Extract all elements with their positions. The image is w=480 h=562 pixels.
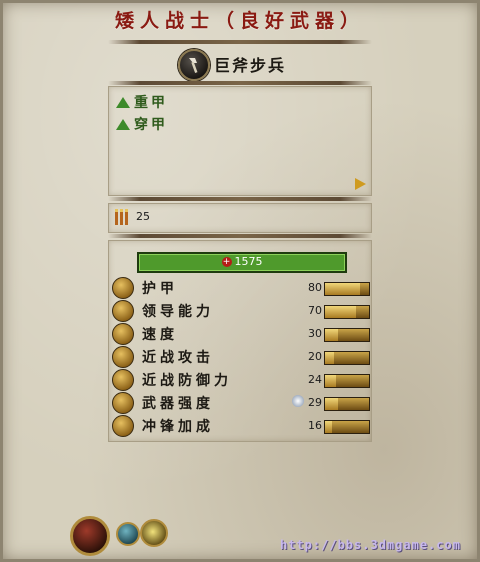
stat-row-weapon-strength[interactable]: 武器强度 29 [112,392,372,414]
traits-divider [108,197,372,201]
stat-bar [324,351,370,365]
stat-label: 武器强度 [142,396,214,412]
charge-bonus-icon [112,415,134,437]
stat-bar [324,328,370,342]
stat-label: 护甲 [142,281,178,297]
stat-value: 30 [308,327,322,340]
shield-button[interactable] [116,522,140,546]
stat-label: 速度 [142,327,178,343]
stat-bar-fill [325,283,361,295]
stat-value: 70 [308,304,322,317]
melee-attack-icon [112,346,134,368]
portrait-button[interactable] [70,516,110,556]
stat-value: 20 [308,350,322,363]
stat-bar-fill [325,329,339,341]
health-value: 1575 [234,255,263,268]
stat-label: 近战攻击 [142,350,214,366]
stat-bar [324,374,370,388]
stat-row-armor[interactable]: 护甲 80 [112,277,372,299]
title-divider [108,40,372,44]
stat-bar-fill [325,306,356,318]
green-up-triangle-icon [116,97,130,108]
unit-name: 巨斧步兵 [214,56,287,75]
stat-row-melee-attack[interactable]: 近战攻击 20 [112,346,372,368]
stat-bar [324,397,370,411]
stat-bar-fill [325,375,336,387]
stat-bar-fill [325,352,334,364]
stat-bar-fill [325,421,333,433]
axe-icon[interactable] [178,49,210,81]
melee-defence-icon [112,369,134,391]
stat-row-charge-bonus[interactable]: 冲锋加成 16 [112,415,372,437]
green-up-triangle-icon [116,119,130,130]
stat-value: 80 [308,281,322,294]
watermark: http://bbs.3dmgame.com [280,538,461,552]
health-cross-icon: + [221,257,232,267]
stat-value: 16 [308,419,322,432]
ammo-divider [108,234,372,238]
expand-arrow-icon[interactable] [355,178,366,190]
eye-button[interactable] [140,519,168,547]
panel-title: 矮人战士（良好武器） [114,10,365,32]
weapon-strength-icon [112,392,134,414]
stat-bar-fill [325,398,338,410]
header-divider [108,81,372,85]
stat-label: 领导能力 [142,304,214,320]
stat-bar [324,305,370,319]
stat-value: 29 [308,396,322,409]
stat-label: 近战防御力 [142,373,232,389]
stat-row-leadership[interactable]: 领导能力 70 [112,300,372,322]
ammo-value: 25 [136,210,150,223]
stat-bar [324,282,370,296]
stat-value: 24 [308,373,322,386]
leadership-icon [112,300,134,322]
stat-label: 冲锋加成 [142,419,214,435]
stat-bar [324,420,370,434]
stat-row-melee-defence[interactable]: 近战防御力 24 [112,369,372,391]
trait-armor-piercing[interactable]: 穿甲 [116,114,168,134]
health-bar: +1575 [137,252,347,273]
speed-icon [112,323,134,345]
trait-heavy-armor[interactable]: 重甲 [116,92,168,112]
ammo-icon [113,207,133,227]
unit-info-panel: 矮人战士（良好武器） 巨斧步兵 重甲 穿甲 25 +1575 护甲 80 领导能… [0,0,480,562]
armor-icon [112,277,134,299]
stat-row-speed[interactable]: 速度 30 [112,323,372,345]
